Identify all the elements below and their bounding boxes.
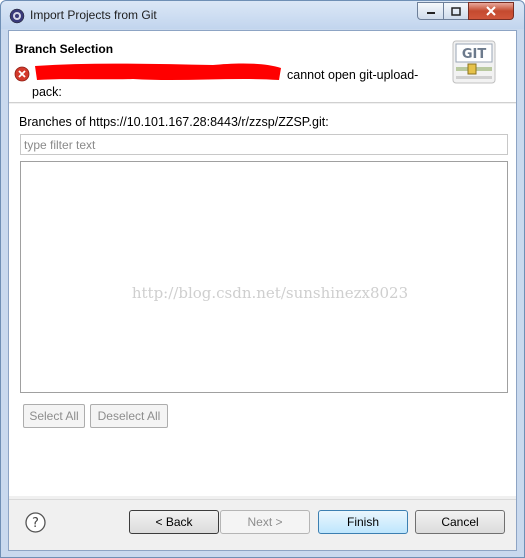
page-title: Branch Selection xyxy=(15,42,114,56)
maximize-icon xyxy=(451,6,461,16)
svg-text:GIT: GIT xyxy=(462,47,487,62)
back-button[interactable]: < Back xyxy=(129,510,219,534)
svg-text:?: ? xyxy=(32,516,39,531)
error-message-line2: pack: xyxy=(32,85,62,99)
watermark-text: http://blog.csdn.net/sunshinezx8023 xyxy=(131,284,409,302)
footer-divider xyxy=(9,499,516,500)
branch-filter-input[interactable] xyxy=(20,134,508,155)
finish-button[interactable]: Finish xyxy=(318,510,408,534)
help-icon[interactable]: ? xyxy=(25,512,46,533)
minimize-button[interactable] xyxy=(417,2,444,20)
cancel-button[interactable]: Cancel xyxy=(415,510,505,534)
next-button[interactable]: Next > xyxy=(220,510,310,534)
close-button[interactable] xyxy=(468,2,514,20)
dialog-client: Branch Selection cannot open git-upload-… xyxy=(8,30,517,551)
eclipse-icon xyxy=(9,8,25,24)
redaction-scribble xyxy=(35,63,281,80)
page-header: Branch Selection cannot open git-upload-… xyxy=(9,31,516,103)
import-projects-window: Import Projects from Git Branch Selectio… xyxy=(0,0,525,558)
maximize-button[interactable] xyxy=(443,2,469,20)
minimize-icon xyxy=(426,12,435,14)
close-icon xyxy=(486,6,496,16)
error-icon xyxy=(14,66,30,82)
git-logo: GIT xyxy=(452,40,496,84)
deselect-all-button[interactable]: Deselect All xyxy=(90,404,168,428)
branch-list[interactable]: http://blog.csdn.net/sunshinezx8023 xyxy=(20,161,508,393)
branches-label: Branches of https://10.101.167.28:8443/r… xyxy=(19,115,329,129)
select-all-button[interactable]: Select All xyxy=(23,404,85,428)
branch-selection-area: Branches of https://10.101.167.28:8443/r… xyxy=(9,104,516,496)
title-bar[interactable]: Import Projects from Git xyxy=(1,1,524,29)
error-message-line1: cannot open git-upload- xyxy=(287,68,419,82)
window-title: Import Projects from Git xyxy=(30,8,157,22)
